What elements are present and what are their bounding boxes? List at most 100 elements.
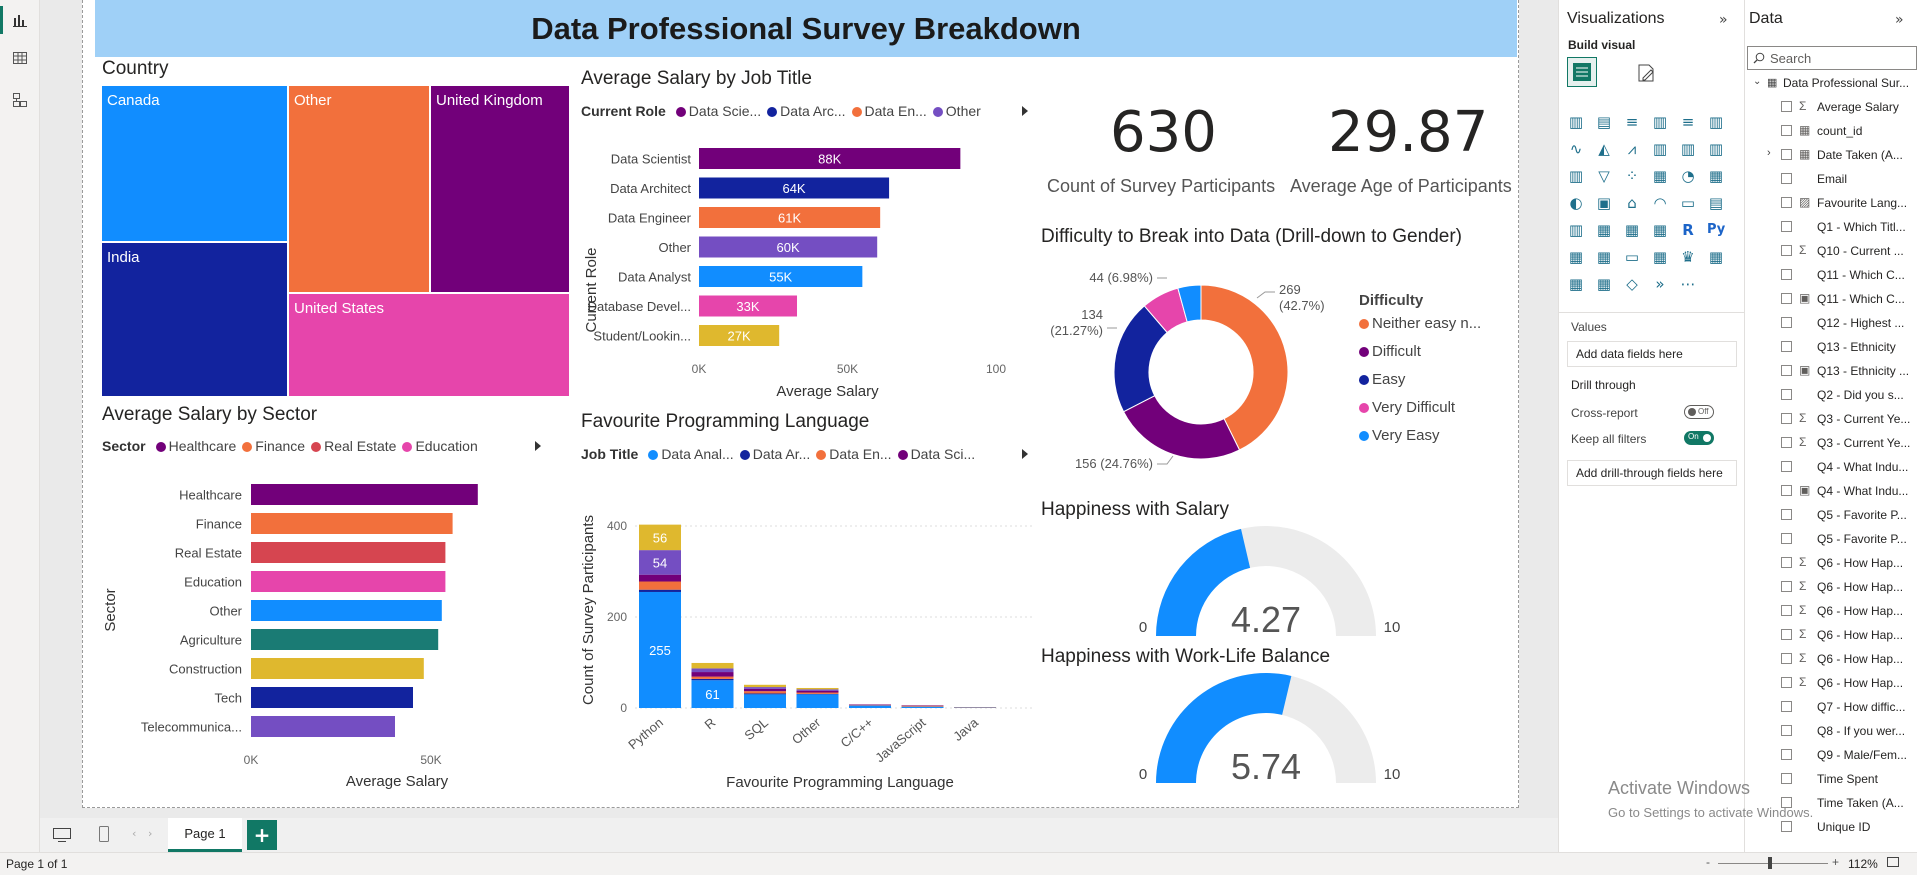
visual-type-icon[interactable]: ▦ [1707, 248, 1725, 266]
field-checkbox[interactable] [1781, 749, 1792, 760]
job-salary-chart[interactable]: Data Scientist 88K Data Architect 64K Data E… [575, 130, 1035, 400]
bar-segment[interactable] [901, 705, 944, 707]
field-item[interactable]: ▣ Q11 - Which C... [1745, 288, 1917, 312]
visual-type-icon[interactable]: ◠ [1651, 194, 1669, 212]
field-item[interactable]: Q2 - Did you s... [1745, 384, 1917, 408]
visual-type-icon[interactable]: ▥ [1707, 140, 1725, 158]
bar-segment[interactable] [691, 676, 734, 679]
gauge-wlb[interactable]: 5.74 0 10 [1120, 667, 1400, 787]
add-drill-through-well[interactable]: Add drill-through fields here [1567, 460, 1737, 486]
bar-segment[interactable] [744, 684, 786, 688]
fit-to-page-icon[interactable] [1886, 856, 1900, 871]
legend-item[interactable]: Data Scie... [675, 103, 761, 119]
legend-item[interactable]: Very Difficult [1359, 399, 1481, 427]
visual-type-icon[interactable]: ▥ [1707, 113, 1725, 131]
legend-item[interactable]: Data En... [816, 446, 892, 462]
bar-segment[interactable] [796, 690, 839, 693]
treemap-tile-canada[interactable]: Canada [101, 85, 288, 242]
bar[interactable] [251, 716, 395, 737]
report-view-icon[interactable] [0, 6, 32, 34]
visual-type-icon[interactable]: ▥ [1651, 140, 1669, 158]
bar-segment[interactable] [901, 706, 944, 708]
visual-type-icon[interactable]: ▭ [1623, 248, 1641, 266]
legend-item[interactable]: Data En... [851, 103, 927, 119]
field-checkbox[interactable] [1781, 245, 1792, 256]
add-page-button[interactable]: + [247, 820, 277, 850]
field-checkbox[interactable] [1781, 101, 1792, 112]
bar-segment[interactable] [639, 589, 681, 592]
visual-type-icon[interactable]: ▦ [1595, 248, 1613, 266]
sector-salary-legend[interactable]: Sector Healthcare Finance Real Estate Ed… [102, 438, 478, 454]
bar-segment[interactable] [744, 687, 786, 689]
zoom-slider[interactable] [1718, 857, 1828, 869]
field-checkbox[interactable] [1781, 341, 1792, 352]
zoom-slider-thumb[interactable] [1768, 857, 1772, 869]
legend-next-arrow-icon[interactable] [1022, 106, 1028, 116]
visual-type-icon[interactable]: ▤ [1595, 113, 1613, 131]
keep-filters-toggle[interactable]: On [1684, 431, 1714, 445]
field-checkbox[interactable] [1781, 197, 1792, 208]
field-checkbox[interactable] [1781, 509, 1792, 520]
field-item[interactable]: Σ Q3 - Current Ye... [1745, 408, 1917, 432]
field-item[interactable]: › ▦ Date Taken (A... [1745, 144, 1917, 168]
zoom-in-button[interactable]: + [1832, 855, 1839, 869]
visual-type-icon[interactable]: ▥ [1679, 140, 1697, 158]
bar[interactable] [251, 629, 439, 650]
field-item[interactable]: Q7 - How diffic... [1745, 696, 1917, 720]
field-checkbox[interactable] [1781, 533, 1792, 544]
legend-item[interactable]: Healthcare [155, 438, 236, 454]
visual-type-icon[interactable]: » [1651, 275, 1669, 293]
data-table-node[interactable]: ⌄ ▦ Data Professional Sur... [1745, 72, 1917, 96]
bar[interactable] [251, 600, 442, 621]
visual-type-icon[interactable]: ◐ [1567, 194, 1585, 212]
legend-item[interactable]: Very Easy [1359, 427, 1481, 455]
field-item[interactable]: ▣ Q4 - What Indu... [1745, 480, 1917, 504]
field-item[interactable]: Q5 - Favorite P... [1745, 504, 1917, 528]
visual-type-icon[interactable]: ▽ [1595, 167, 1613, 185]
report-title-banner[interactable]: Data Professional Survey Breakdown [95, 0, 1517, 57]
field-checkbox[interactable] [1781, 125, 1792, 136]
bar-segment[interactable] [744, 688, 786, 692]
bar-segment[interactable] [796, 687, 839, 690]
visual-type-icon[interactable]: ▥ [1651, 113, 1669, 131]
sector-salary-chart[interactable]: Healthcare Finance Real Estate Education Oth… [95, 470, 565, 795]
field-item[interactable]: Σ Q6 - How Hap... [1745, 648, 1917, 672]
legend-item[interactable]: Data Ar... [739, 446, 810, 462]
bar-segment[interactable] [639, 574, 681, 582]
visual-type-icon[interactable]: ▦ [1651, 248, 1669, 266]
visual-type-icon[interactable]: ⌂ [1623, 194, 1641, 212]
bar-segment[interactable] [744, 694, 786, 708]
field-item[interactable]: Q11 - Which C... [1745, 264, 1917, 288]
field-checkbox[interactable] [1781, 773, 1792, 784]
difficulty-donut-chart[interactable]: 269(42.7%) 44 (6.98%) 134(21.27%) 156 (24.7… [1041, 258, 1356, 488]
gauge-salary[interactable]: 4.27 0 10 [1120, 520, 1400, 640]
bar-segment[interactable] [796, 692, 839, 694]
visual-type-icon[interactable]: ⋯ [1679, 275, 1697, 293]
field-checkbox[interactable] [1781, 701, 1792, 712]
next-page-icon[interactable]: › [148, 827, 152, 840]
difficulty-legend[interactable]: Difficulty Neither easy n... Difficult E… [1359, 292, 1481, 455]
visual-type-icon[interactable]: ∿ [1567, 140, 1585, 158]
bar[interactable] [251, 687, 413, 708]
bar[interactable] [251, 513, 453, 534]
field-item[interactable]: Σ Q6 - How Hap... [1745, 600, 1917, 624]
visual-type-icon[interactable]: ▥ [1567, 167, 1585, 185]
visual-type-icon[interactable]: ▦ [1707, 167, 1725, 185]
visual-type-icon[interactable]: ▦ [1651, 167, 1669, 185]
field-checkbox[interactable] [1781, 677, 1792, 688]
tab-page-1[interactable]: Page 1 [168, 818, 242, 852]
field-checkbox[interactable] [1781, 269, 1792, 280]
field-item[interactable]: Email [1745, 168, 1917, 192]
field-checkbox[interactable] [1781, 317, 1792, 328]
bar-segment[interactable] [796, 689, 839, 691]
treemap-tile-india[interactable]: India [101, 242, 288, 397]
field-checkbox[interactable] [1781, 605, 1792, 616]
visual-type-icon[interactable]: ▭ [1679, 194, 1697, 212]
legend-item[interactable]: Data Arc... [767, 103, 846, 119]
field-item[interactable]: Σ Q6 - How Hap... [1745, 672, 1917, 696]
legend-item[interactable]: Difficult [1359, 343, 1481, 371]
bar[interactable] [251, 658, 424, 679]
visual-type-icon[interactable]: ⁘ [1623, 167, 1641, 185]
chevron-right-icon[interactable]: › [1767, 147, 1771, 159]
field-checkbox[interactable] [1781, 173, 1792, 184]
